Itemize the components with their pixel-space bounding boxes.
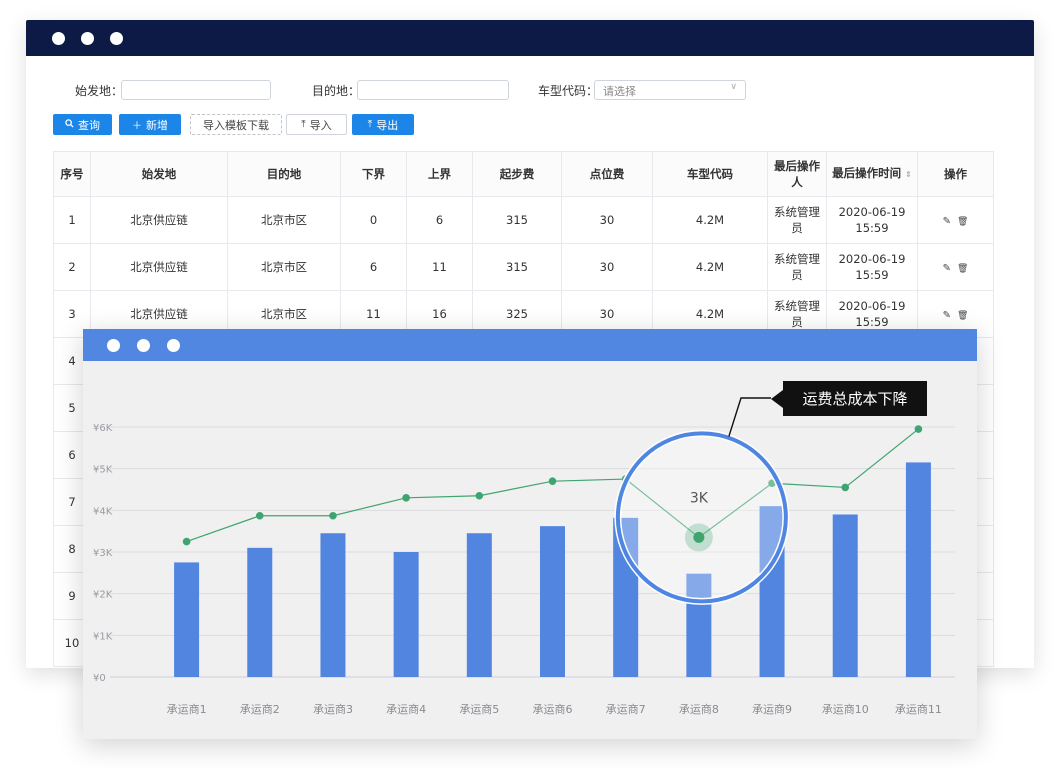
query-button[interactable]: 查询 xyxy=(53,114,112,135)
table-cell: 北京市区 xyxy=(227,196,341,244)
window-dot-icon[interactable] xyxy=(137,339,150,352)
table-cell: 11 xyxy=(406,243,473,291)
table-cell: 1 xyxy=(53,196,91,244)
column-header-destination: 目的地 xyxy=(227,151,341,197)
sort-icon[interactable]: ⇕ xyxy=(905,170,912,179)
table-cell: 系统管理员 xyxy=(767,243,827,291)
table-header-row: 序号 始发地 目的地 下界 上界 起步费 点位费 车型代码 最后操作人 最后操作… xyxy=(53,151,994,197)
table-cell: 2 xyxy=(53,243,91,291)
table-cell: 4.2M xyxy=(652,243,768,291)
add-button[interactable]: ＋ 新增 xyxy=(119,114,181,135)
column-header-start-fee: 起步费 xyxy=(472,151,562,197)
table-cell: 315 xyxy=(472,196,562,244)
table-cell: 0 xyxy=(340,196,407,244)
window-dot-icon[interactable] xyxy=(107,339,120,352)
template-download-button[interactable]: 导入模板下载 xyxy=(190,114,282,135)
annotation-callout: 运费总成本下降 xyxy=(771,381,927,416)
chevron-down-icon: ∨ xyxy=(730,82,737,92)
column-header-point-fee: 点位费 xyxy=(561,151,653,197)
column-header-car-type: 车型代码 xyxy=(652,151,768,197)
delete-icon[interactable]: 🗑 xyxy=(957,311,968,321)
table-cell: 系统管理员 xyxy=(767,196,827,244)
car-type-placeholder: 请选择 xyxy=(603,85,636,98)
delete-icon[interactable]: 🗑 xyxy=(957,217,968,227)
table-row[interactable]: 2 北京供应链 北京市区 6 11 315 30 4.2M 系统管理员 2020-06-19 15… xyxy=(53,243,994,291)
table-cell: 北京供应链 xyxy=(90,196,228,244)
upload-icon: ⤒ xyxy=(301,119,306,130)
destination-label: 目的地： xyxy=(312,84,361,98)
table-cell: 30 xyxy=(561,196,653,244)
window-titlebar xyxy=(26,20,1034,56)
upload-icon: ⤒ xyxy=(367,119,373,130)
column-header-last-operator: 最后操作人 xyxy=(767,151,827,197)
table-cell: 2020-06-19 15:59 xyxy=(826,196,918,244)
window-dot-icon[interactable] xyxy=(110,32,123,45)
table-cell: 北京市区 xyxy=(227,243,341,291)
table-cell: 6 xyxy=(406,196,473,244)
table-cell: 6 xyxy=(340,243,407,291)
delete-icon[interactable]: 🗑 xyxy=(957,264,968,274)
plus-icon: ＋ xyxy=(132,121,142,132)
import-button[interactable]: ⤒ 导入 xyxy=(286,114,347,135)
row-actions: ✎ 🗑 xyxy=(917,196,994,244)
table-cell: 4.2M xyxy=(652,196,768,244)
column-header-index: 序号 xyxy=(53,151,91,197)
table-row[interactable]: 1 北京供应链 北京市区 0 6 315 30 4.2M 系统管理员 2020-06-19 15:… xyxy=(53,196,994,244)
destination-input[interactable] xyxy=(357,80,509,100)
column-header-actions: 操作 xyxy=(917,151,994,197)
column-header-lower: 下界 xyxy=(340,151,407,197)
column-header-last-op-time[interactable]: 最后操作时间 ⇕ xyxy=(826,151,918,197)
edit-icon[interactable]: ✎ xyxy=(943,216,951,227)
origin-input[interactable] xyxy=(121,80,271,100)
edit-icon[interactable]: ✎ xyxy=(943,310,951,321)
search-icon xyxy=(65,118,74,131)
edit-icon[interactable]: ✎ xyxy=(943,263,951,274)
chart-window-titlebar xyxy=(83,329,977,361)
column-header-origin: 始发地 xyxy=(90,151,228,197)
table-cell: 315 xyxy=(472,243,562,291)
car-type-label: 车型代码： xyxy=(538,84,599,98)
column-header-upper: 上界 xyxy=(406,151,473,197)
export-button[interactable]: ⤒ 导出 xyxy=(352,114,414,135)
row-actions: ✎ 🗑 xyxy=(917,243,994,291)
table-cell: 30 xyxy=(561,243,653,291)
car-type-select[interactable]: 请选择 ∨ xyxy=(594,80,746,100)
origin-label: 始发地： xyxy=(75,84,124,98)
window-dot-icon[interactable] xyxy=(167,339,180,352)
window-dot-icon[interactable] xyxy=(81,32,94,45)
window-dot-icon[interactable] xyxy=(52,32,65,45)
table-cell: 2020-06-19 15:59 xyxy=(826,243,918,291)
table-cell: 北京供应链 xyxy=(90,243,228,291)
